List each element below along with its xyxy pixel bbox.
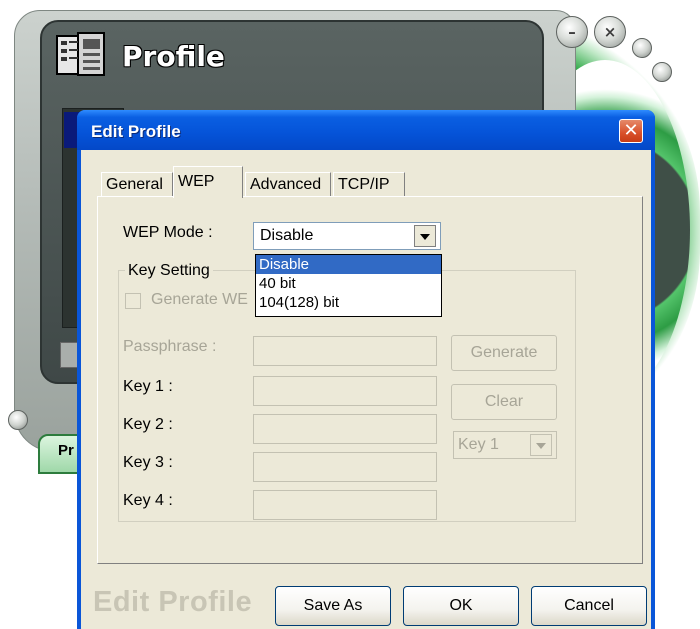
key4-field[interactable] [253, 490, 437, 520]
key-index-select[interactable]: Key 1 [453, 431, 557, 459]
key3-label: Key 3 : [123, 454, 173, 471]
close-icon[interactable]: × [594, 16, 626, 48]
ok-button[interactable]: OK [403, 586, 519, 626]
tab-general[interactable]: General [101, 172, 173, 196]
generate-wep-checkbox[interactable] [125, 293, 141, 309]
key-setting-title: Key Setting [125, 262, 213, 280]
wep-mode-option[interactable]: 40 bit [256, 274, 441, 293]
key1-label: Key 1 : [123, 378, 173, 395]
key1-field[interactable] [253, 376, 437, 406]
dialog-title: Edit Profile [91, 122, 181, 141]
bg-indicator-icon [8, 410, 28, 430]
minimize-icon[interactable]: – [556, 16, 588, 48]
key4-label: Key 4 : [123, 492, 173, 509]
wep-mode-option[interactable]: 104(128) bit [256, 293, 441, 312]
footer-brand: Edit Profile [93, 586, 253, 618]
dialog-client: General WEP Advanced TCP/IP WEP Mode : D… [81, 150, 651, 629]
wep-mode-dropdown-list: Disable 40 bit 104(128) bit [255, 254, 442, 317]
wep-mode-option[interactable]: Disable [256, 255, 441, 274]
key2-label: Key 2 : [123, 416, 173, 433]
tab-advanced[interactable]: Advanced [245, 172, 331, 196]
bg-tab-label: Pr [58, 442, 74, 459]
chevron-down-icon[interactable] [414, 225, 436, 247]
edit-profile-dialog: Edit Profile ✕ General WEP Advanced TCP/… [77, 110, 655, 629]
dialog-titlebar[interactable]: Edit Profile ✕ [77, 110, 655, 150]
passphrase-field[interactable] [253, 336, 437, 366]
tab-wep[interactable]: WEP [173, 166, 243, 198]
bg-indicator-icon [652, 62, 672, 82]
bg-app-title: Profile [122, 40, 225, 73]
tab-tcpip[interactable]: TCP/IP [333, 172, 405, 196]
generate-wep-label: Generate WE [151, 291, 248, 308]
key-index-value: Key 1 [458, 436, 499, 453]
profile-app-icon [56, 32, 105, 76]
key2-field[interactable] [253, 414, 437, 444]
chevron-down-icon[interactable] [530, 434, 552, 456]
wep-mode-select[interactable]: Disable [253, 222, 441, 250]
passphrase-label: Passphrase : [123, 338, 217, 355]
wep-mode-value: Disable [260, 227, 314, 244]
cancel-button[interactable]: Cancel [531, 586, 647, 626]
key3-field[interactable] [253, 452, 437, 482]
bg-indicator-icon [632, 38, 652, 58]
close-button[interactable]: ✕ [619, 119, 643, 143]
generate-button[interactable]: Generate [451, 335, 557, 371]
save-as-button[interactable]: Save As [275, 586, 391, 626]
wep-mode-label: WEP Mode : [123, 224, 213, 241]
clear-button[interactable]: Clear [451, 384, 557, 420]
